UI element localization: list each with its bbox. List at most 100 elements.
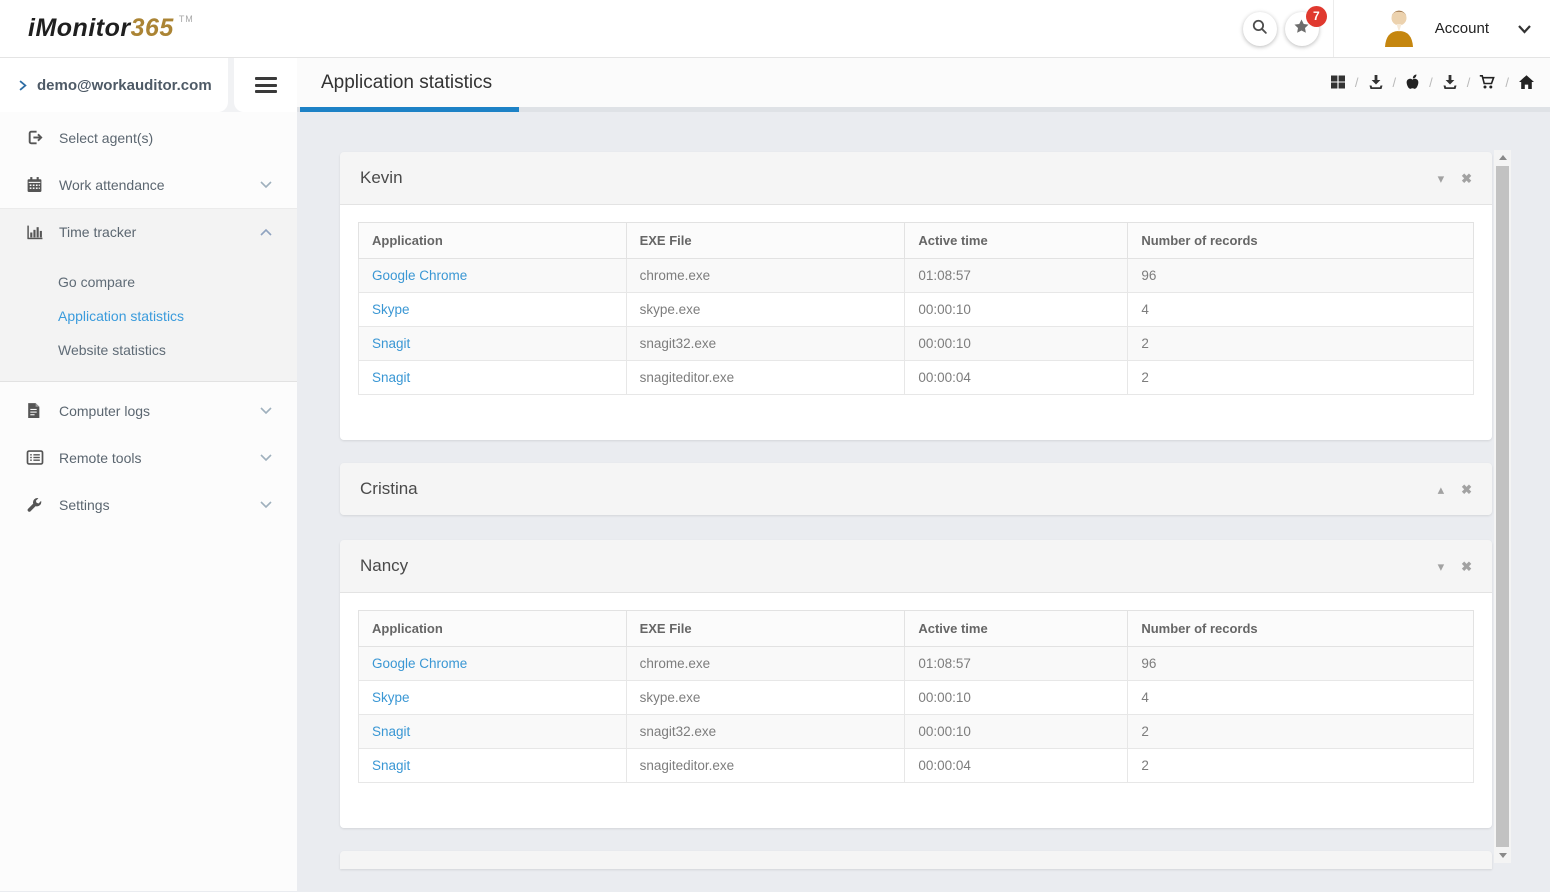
agent-name: Kevin [360,168,403,188]
records-cell: 2 [1128,361,1474,395]
account-menu[interactable]: Account [1378,5,1550,52]
chevron-down-icon [259,180,273,189]
table-row: Google Chrome chrome.exe 01:08:57 96 [359,647,1474,681]
scroll-up-button[interactable] [1494,150,1511,165]
sidebar-subitem-label: Go compare [58,274,135,290]
home-icon[interactable] [1518,74,1535,90]
logo-primary: iMonitor [28,14,131,42]
active-time-cell: 00:00:10 [905,681,1128,715]
agent-name: Cristina [360,479,418,499]
toolbar-separator: / [1467,75,1471,90]
panel-controls: ▾ ✖ [1438,560,1472,573]
application-link[interactable]: Skype [372,302,410,317]
active-time-cell: 00:00:10 [905,715,1128,749]
time-tracker-submenu: Go compare Application statistics Websit… [0,255,297,382]
column-header-active-time: Active time [905,223,1128,259]
search-button[interactable] [1243,12,1277,46]
main-area: Application statistics / / / / [297,58,1550,891]
download-windows-icon[interactable] [1368,74,1384,90]
sidebar-item-select-agents[interactable]: Select agent(s) [0,114,297,161]
application-link[interactable]: Snagit [372,724,410,739]
panel-header: Kevin ▾ ✖ [340,152,1492,205]
active-time-cell: 00:00:10 [905,327,1128,361]
application-stats-table: Application EXE File Active time Number … [358,222,1474,395]
agent-panel-partial [340,851,1492,869]
list-icon [26,449,45,466]
platform-toolbar: / / / / / [1330,74,1535,96]
cart-icon[interactable] [1479,74,1496,90]
panel-header: Cristina ▴ ✖ [340,463,1492,515]
table-row: Google Chrome chrome.exe 01:08:57 96 [359,259,1474,293]
exe-file-cell: skype.exe [626,681,905,715]
topbar-divider [1333,0,1334,57]
sidebar-item-label: Work attendance [59,177,165,193]
records-cell: 96 [1128,647,1474,681]
close-icon[interactable]: ✖ [1461,172,1472,185]
application-link[interactable]: Google Chrome [372,656,467,671]
active-time-cell: 00:00:04 [905,361,1128,395]
hamburger-icon [255,74,277,97]
sidebar-top: demo@workauditor.com [0,58,297,112]
close-icon[interactable]: ✖ [1461,483,1472,496]
sidebar-item-settings[interactable]: Settings [0,481,297,528]
application-link[interactable]: Google Chrome [372,268,467,283]
current-user[interactable]: demo@workauditor.com [0,58,228,112]
panel-header: Nancy ▾ ✖ [340,540,1492,593]
records-cell: 2 [1128,715,1474,749]
collapse-toggle-icon[interactable]: ▾ [1438,560,1445,573]
collapse-toggle-icon[interactable]: ▾ [1438,172,1445,185]
records-cell: 4 [1128,681,1474,715]
apple-icon[interactable] [1405,74,1420,90]
chevron-down-icon [1517,24,1532,34]
close-icon[interactable]: ✖ [1461,560,1472,573]
application-link[interactable]: Skype [372,690,410,705]
agent-panel-nancy: Nancy ▾ ✖ Application EXE File Activ [340,540,1492,828]
app-body: demo@workauditor.com Select agent(s) [0,58,1550,891]
exe-file-cell: snagiteditor.exe [626,361,905,395]
content-area: Kevin ▾ ✖ Application EXE File Activ [297,112,1550,891]
sidebar-item-time-tracker[interactable]: Time tracker [0,208,297,255]
table-row: Snagit snagiteditor.exe 00:00:04 2 [359,361,1474,395]
application-link[interactable]: Snagit [372,370,410,385]
sidebar-item-label: Select agent(s) [59,130,153,146]
account-label: Account [1435,20,1489,37]
sidebar-menu: Select agent(s) Work attendance Time tra… [0,112,297,528]
scroll-down-button[interactable] [1494,848,1511,863]
panel-body: Application EXE File Active time Number … [340,205,1492,440]
sidebar-item-work-attendance[interactable]: Work attendance [0,161,297,208]
application-link[interactable]: Snagit [372,336,410,351]
active-time-cell: 00:00:04 [905,749,1128,783]
content-scrollbar[interactable] [1494,150,1511,863]
column-header-application: Application [359,223,627,259]
application-link[interactable]: Snagit [372,758,410,773]
expand-toggle-icon[interactable]: ▴ [1438,483,1445,496]
chevron-down-icon [259,453,273,462]
favorites-button[interactable]: 7 [1285,12,1319,46]
sign-out-icon [26,129,45,146]
sidebar-item-website-statistics[interactable]: Website statistics [0,333,297,367]
triangle-up-icon [1499,155,1507,160]
records-cell: 2 [1128,749,1474,783]
windows-icon[interactable] [1330,74,1346,90]
exe-file-cell: snagiteditor.exe [626,749,905,783]
table-row: Skype skype.exe 00:00:10 4 [359,681,1474,715]
triangle-down-icon [1499,853,1507,858]
table-header-row: Application EXE File Active time Number … [359,611,1474,647]
column-header-active-time: Active time [905,611,1128,647]
search-icon [1251,18,1268,40]
sidebar-item-go-compare[interactable]: Go compare [0,265,297,299]
exe-file-cell: snagit32.exe [626,715,905,749]
scrollbar-thumb[interactable] [1496,166,1509,847]
chevron-down-icon [259,500,273,509]
calendar-icon [26,176,45,193]
download-mac-icon[interactable] [1442,74,1458,90]
toolbar-separator: / [1355,75,1359,90]
sidebar-item-application-statistics[interactable]: Application statistics [0,299,297,333]
toolbar-separator: / [1505,75,1509,90]
sidebar-item-remote-tools[interactable]: Remote tools [0,434,297,481]
sidebar-item-computer-logs[interactable]: Computer logs [0,387,297,434]
chevron-down-icon [259,406,273,415]
column-header-records: Number of records [1128,223,1474,259]
sidebar-toggle-button[interactable] [234,58,297,112]
notification-badge[interactable]: 7 [1306,6,1327,27]
